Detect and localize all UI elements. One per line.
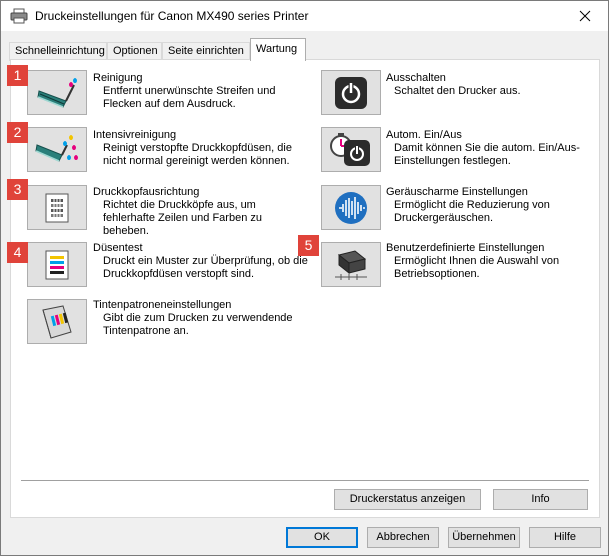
callout-badge-5: 5 <box>298 235 319 256</box>
callout-badge-1: 1 <box>7 65 28 86</box>
cleaning-description: Entfernt unerwünschte Streifen und Fleck… <box>103 85 276 110</box>
deep-cleaning-description: Reinigt verstopfte Druckkopfdüsen, die n… <box>103 142 292 167</box>
quiet-settings-title: Geräuscharme Einstellungen <box>386 186 528 198</box>
auto-power-description: Damit können Sie die autom. Ein/Aus-Eins… <box>394 142 580 167</box>
title-bar: Druckeinstellungen für Canon MX490 serie… <box>1 1 608 31</box>
auto-power-title: Autom. Ein/Aus <box>386 129 462 141</box>
ink-cartridge-settings-button[interactable] <box>27 299 87 344</box>
alignment-page-icon <box>45 193 69 222</box>
ok-button[interactable]: OK <box>286 527 358 548</box>
custom-settings-title: Benutzerdefinierte Einstellungen <box>386 242 545 254</box>
head-alignment-title: Druckkopfausrichtung <box>93 186 200 198</box>
printer-icon <box>10 8 28 24</box>
deep-cleaning-brush-icon <box>35 134 78 162</box>
cancel-button[interactable]: Abbrechen <box>367 527 439 548</box>
auto-power-timer-icon <box>330 132 370 166</box>
info-button[interactable]: Info <box>493 489 588 510</box>
callout-badge-3: 3 <box>7 179 28 200</box>
cleaning-button[interactable] <box>27 70 87 115</box>
deep-cleaning-title: Intensivreinigung <box>93 129 177 141</box>
power-off-description: Schaltet den Drucker aus. <box>394 85 521 97</box>
custom-settings-button[interactable] <box>321 242 381 287</box>
quiet-settings-description: Ermöglicht die Reduzierung von Druckerge… <box>394 199 550 224</box>
maintenance-panel: 1 Reinigung Entfernt unerwünschte Streif… <box>7 59 600 518</box>
cleaning-brush-icon <box>37 77 77 108</box>
custom-settings-description: Ermöglicht Ihnen die Auswahl von Betrieb… <box>394 255 560 280</box>
ink-cartridge-icon <box>42 304 72 339</box>
quiet-settings-button[interactable] <box>321 185 381 230</box>
printer-status-button[interactable]: Druckerstatus anzeigen <box>334 489 481 510</box>
nozzle-check-button[interactable] <box>27 242 87 287</box>
window-title: Druckeinstellungen für Canon MX490 serie… <box>35 9 309 23</box>
nozzle-check-description: Druckt ein Muster zur Überprüfung, ob di… <box>103 255 308 280</box>
panel-separator <box>21 480 589 482</box>
tab-wartung[interactable]: Wartung <box>250 38 306 61</box>
auto-power-button[interactable] <box>321 127 381 172</box>
close-icon <box>579 10 591 22</box>
printer-preferences-dialog: Druckeinstellungen für Canon MX490 serie… <box>0 0 609 556</box>
custom-settings-printer-icon <box>335 249 367 280</box>
apply-button[interactable]: Übernehmen <box>448 527 520 548</box>
head-alignment-button[interactable] <box>27 185 87 230</box>
nozzle-check-title: Düsentest <box>93 242 143 254</box>
power-icon <box>335 76 367 109</box>
nozzle-check-page-icon <box>45 250 69 279</box>
power-off-title: Ausschalten <box>386 72 446 84</box>
callout-badge-4: 4 <box>7 242 28 263</box>
power-off-button[interactable] <box>321 70 381 115</box>
head-alignment-description: Richtet die Druckköpfe aus, um fehlerhaf… <box>103 199 262 237</box>
ink-cartridge-settings-title: Tintenpatroneneinstellungen <box>93 299 232 311</box>
help-button[interactable]: Hilfe <box>529 527 601 548</box>
callout-badge-2: 2 <box>7 122 28 143</box>
cleaning-title: Reinigung <box>93 72 143 84</box>
quiet-mode-icon <box>335 191 367 224</box>
close-button[interactable] <box>562 1 608 31</box>
ink-cartridge-settings-description: Gibt die zum Drucken zu verwendende Tint… <box>103 312 293 337</box>
deep-cleaning-button[interactable] <box>27 127 87 172</box>
